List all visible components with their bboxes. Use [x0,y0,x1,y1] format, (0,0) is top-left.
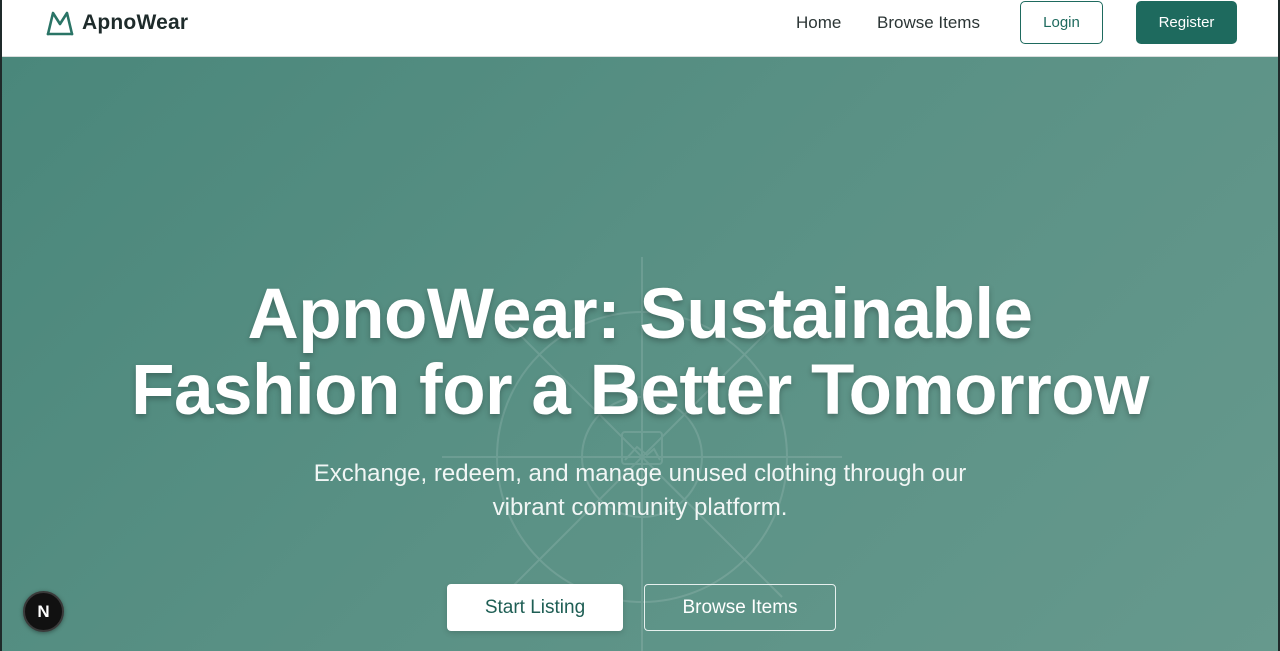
login-button[interactable]: Login [1020,1,1103,44]
browse-items-button[interactable]: Browse Items [644,584,836,631]
hero-subtitle: Exchange, redeem, and manage unused clot… [2,457,1278,525]
nav-home-link[interactable]: Home [796,12,841,34]
nextjs-dev-badge[interactable]: N [23,591,64,632]
hero-title-line1: ApnoWear: Sustainable [247,275,1033,354]
hero-subtitle-line2: vibrant community platform. [492,494,788,521]
hero-section: ApnoWear: Sustainable Fashion for a Bett… [2,57,1278,651]
brand[interactable]: ApnoWear [46,9,188,37]
browser-frame: ApnoWear Home Browse Items Login Registe… [0,0,1280,651]
nextjs-icon: N [37,601,50,621]
brand-name: ApnoWear [82,11,189,34]
register-button[interactable]: Register [1136,1,1237,44]
site-header: ApnoWear Home Browse Items Login Registe… [2,0,1278,57]
mountain-logo-icon [46,11,74,36]
hero-title-line2: Fashion for a Better Tomorrow [131,351,1149,430]
nav-browse-items-link[interactable]: Browse Items [877,12,980,34]
start-listing-button[interactable]: Start Listing [447,584,623,631]
hero-subtitle-line1: Exchange, redeem, and manage unused clot… [313,460,967,487]
hero-title: ApnoWear: Sustainable Fashion for a Bett… [2,277,1278,429]
